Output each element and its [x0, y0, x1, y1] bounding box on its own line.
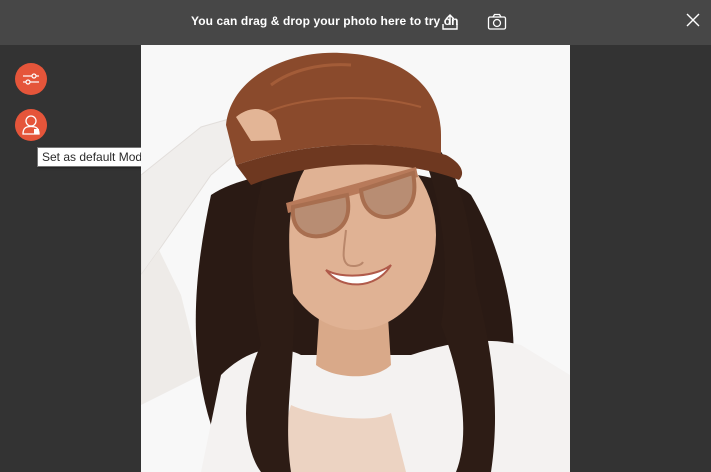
upload-photo-button[interactable]	[440, 12, 460, 32]
set-default-model-button[interactable]	[15, 109, 47, 141]
upload-icon	[442, 14, 458, 30]
sliders-icon	[23, 73, 39, 85]
try-on-photo-area[interactable]	[141, 45, 570, 472]
top-bar: You can drag & drop your photo here to t…	[0, 0, 711, 45]
adjust-settings-button[interactable]	[15, 63, 47, 95]
close-button[interactable]	[684, 11, 702, 29]
camera-icon	[487, 13, 507, 30]
virtual-try-on-viewer: You can drag & drop your photo here to t…	[0, 0, 711, 472]
drag-drop-hint: You can drag & drop your photo here to t…	[191, 14, 459, 28]
model-photo	[141, 45, 570, 472]
close-icon	[686, 13, 700, 27]
camera-button[interactable]	[486, 12, 508, 32]
user-icon	[22, 115, 40, 135]
tooltip: Set as default Model	[37, 147, 157, 167]
